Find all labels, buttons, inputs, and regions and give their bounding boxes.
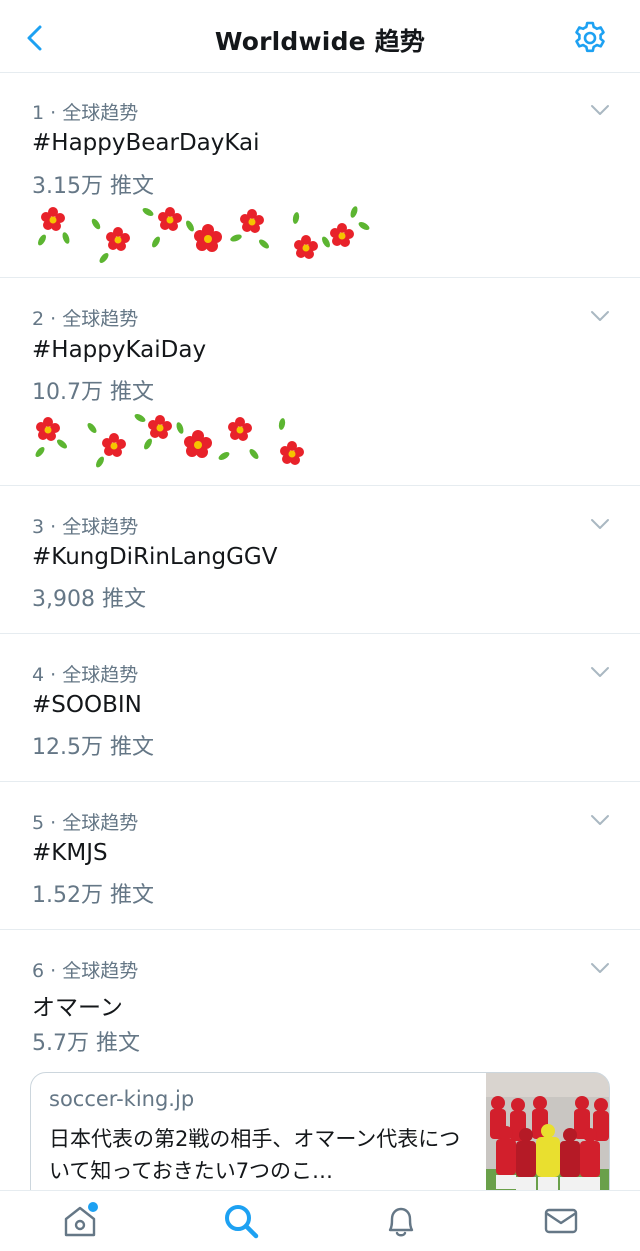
flower-icon [278,418,304,465]
trend-count: 10.7万 推文 [32,380,154,405]
trend-meta: 5 · 全球趋势 [32,812,139,834]
chevron-down-icon[interactable] [588,514,612,534]
flower-icon [91,218,130,263]
trend-name: #HappyBearDayKai [32,130,260,156]
flower-icon [194,224,242,252]
trend-item[interactable]: 3 · 全球趋势 #KungDiRinLangGGV 3,908 推文 [0,486,640,634]
flower-icon [322,206,370,248]
trend-name: #KMJS [32,840,108,866]
tab-notifications[interactable] [379,1199,423,1243]
flower-icon [35,417,67,457]
trend-count: 3,908 推文 [32,587,146,612]
app-root: Worldwide 趋势 1 · 全球趋势 #HappyBearDayKai 3… [0,0,640,1251]
chevron-down-icon[interactable] [588,958,612,978]
flower-icon [142,207,194,248]
flower-emoji-row [38,206,370,263]
trend-count: 1.52万 推文 [32,883,154,908]
tab-home[interactable] [58,1199,102,1243]
card-domain: soccer-king.jp [49,1087,195,1111]
chevron-down-icon[interactable] [588,662,612,682]
trend-name: #SOOBIN [32,692,142,718]
notification-dot [88,1202,98,1212]
flower-icon [240,209,269,249]
trend-item[interactable]: 5 · 全球趋势 #KMJS 1.52万 推文 [0,782,640,930]
trend-name: #KungDiRinLangGGV [32,544,278,570]
trend-meta: 3 · 全球趋势 [32,516,139,538]
chevron-down-icon[interactable] [588,810,612,830]
trend-name: オマーン [32,995,123,1021]
flower-icon [134,414,184,450]
flower-icon [87,423,126,468]
trend-count: 12.5万 推文 [32,735,154,760]
settings-button[interactable] [570,18,610,58]
search-icon [225,1205,259,1239]
trend-meta: 2 · 全球趋势 [32,308,139,330]
trend-item[interactable]: 2 · 全球趋势 #HappyKaiDay 10.7万 推文 [0,278,640,486]
trend-count: 5.7万 推文 [32,1031,140,1056]
chevron-down-icon[interactable] [588,306,612,326]
bottom-tab-bar [0,1190,640,1251]
flower-icon [228,417,259,459]
header-bar: Worldwide 趋势 [0,0,640,73]
flower-icon [292,212,318,259]
flower-emoji-row [35,414,304,468]
trend-meta: 1 · 全球趋势 [32,102,139,124]
trend-name: #HappyKaiDay [32,337,207,363]
tab-search[interactable] [219,1199,263,1243]
home-icon [64,1202,98,1237]
trend-item[interactable]: 4 · 全球趋势 #SOOBIN 12.5万 推文 [0,634,640,782]
tab-messages[interactable] [539,1199,583,1243]
card-title: 日本代表の第2戦の相手、オマーン代表について知っておきたい7つのこ… [49,1127,461,1183]
trend-meta: 4 · 全球趋势 [32,664,139,686]
trend-item[interactable]: 1 · 全球趋势 #HappyBearDayKai 3.15万 推文 [0,74,640,278]
trend-count: 3.15万 推文 [32,174,154,199]
page-title: Worldwide 趋势 [214,27,426,56]
mail-icon [544,1208,578,1234]
flower-icon [184,430,230,460]
bell-icon [388,1207,414,1237]
trend-meta: 6 · 全球趋势 [32,960,139,982]
flower-icon [38,207,70,246]
chevron-down-icon[interactable] [588,100,612,120]
gear-icon [575,21,605,53]
